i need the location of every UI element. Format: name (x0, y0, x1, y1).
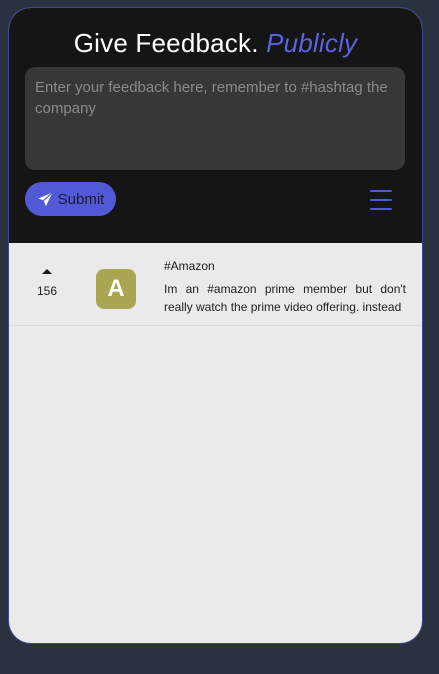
submit-label: Submit (57, 190, 105, 208)
header: Give Feedback. Publicly Submit (9, 8, 422, 243)
paper-plane-icon (37, 191, 54, 208)
page-title: Give Feedback. Publicly (9, 28, 422, 59)
feedback-text: Im an #amazon prime member but don't rea… (164, 282, 406, 314)
title-accent: Publicly (266, 28, 358, 58)
caret-up-icon (42, 269, 52, 274)
company-tag[interactable]: #Amazon (164, 259, 406, 273)
feedback-list: 156 A #Amazon Im an #amazon prime member… (9, 243, 422, 326)
upvote-count: 156 (36, 284, 58, 298)
hamburger-menu-icon[interactable] (367, 189, 395, 211)
feedback-content: #Amazon Im an #amazon prime member but d… (164, 259, 406, 316)
feedback-item: 156 A #Amazon Im an #amazon prime member… (9, 243, 422, 326)
company-avatar: A (96, 269, 136, 309)
feedback-card: Give Feedback. Publicly Submit 156 (9, 8, 422, 643)
upvote-button[interactable]: 156 (25, 263, 69, 298)
submit-button[interactable]: Submit (25, 182, 116, 216)
feedback-input[interactable] (25, 67, 405, 170)
title-main: Give Feedback. (73, 28, 259, 58)
